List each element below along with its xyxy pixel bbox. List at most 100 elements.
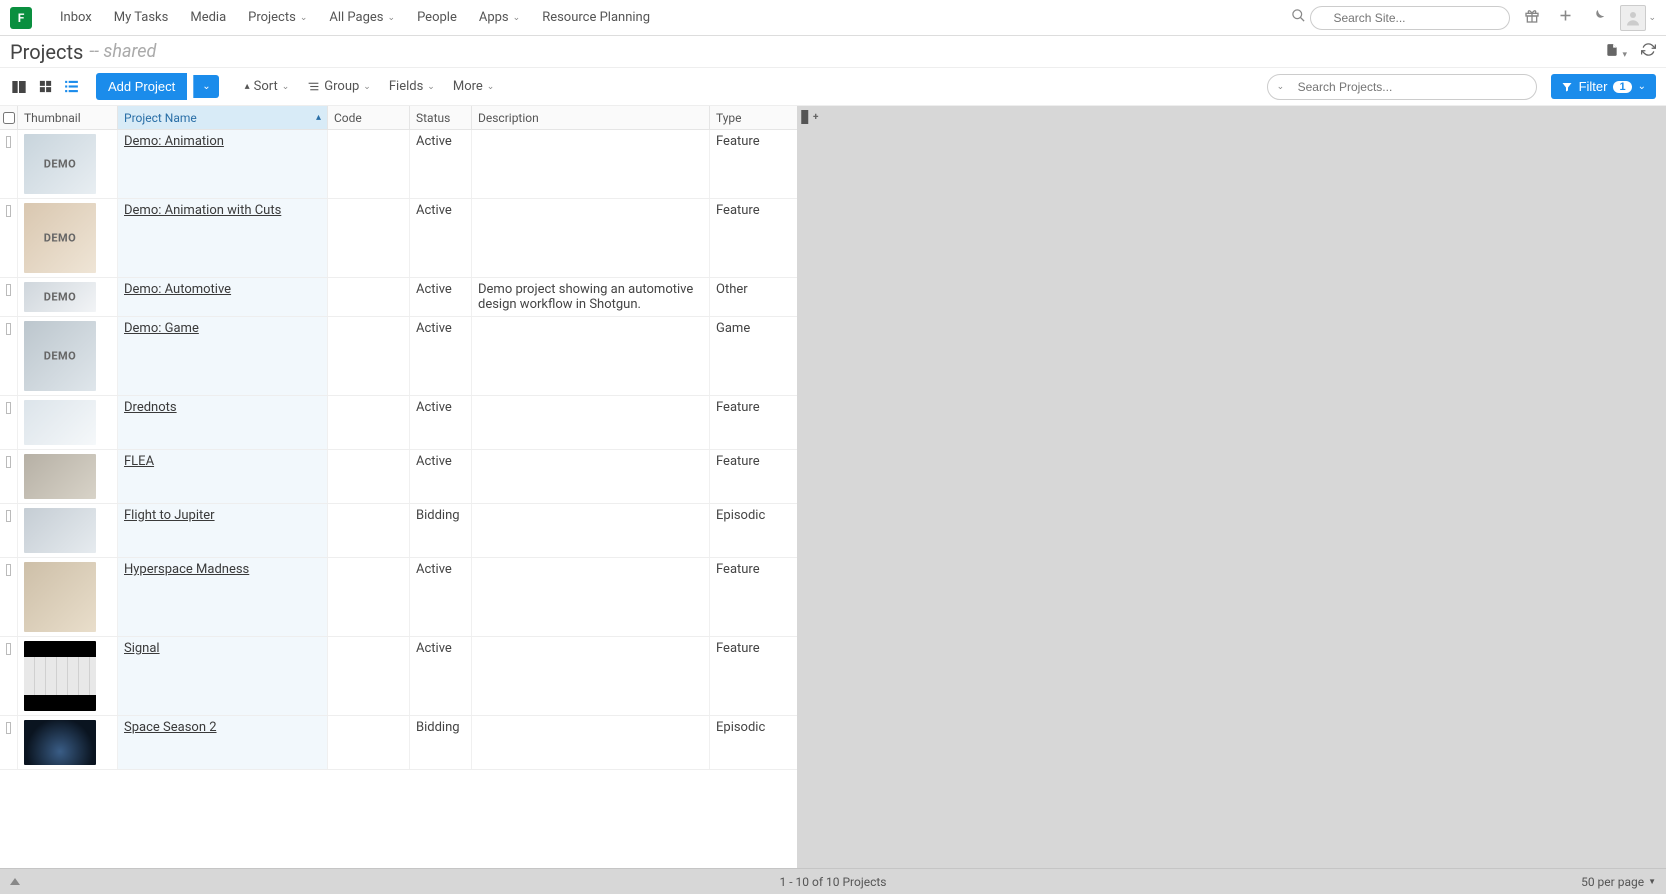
row-handle[interactable] <box>0 396 18 449</box>
row-handle[interactable] <box>0 317 18 395</box>
cell-thumbnail[interactable] <box>18 278 118 316</box>
cell-status[interactable]: Active <box>410 278 472 316</box>
nav-link-inbox[interactable]: Inbox <box>50 4 102 31</box>
project-link[interactable]: Demo: Automotive <box>124 282 231 297</box>
cell-code[interactable] <box>328 504 410 557</box>
cell-project-name[interactable]: Demo: Automotive <box>118 278 328 316</box>
cell-code[interactable] <box>328 716 410 769</box>
column-description[interactable]: Description <box>472 106 710 129</box>
cell-project-name[interactable]: Demo: Game <box>118 317 328 395</box>
cell-description[interactable]: Demo project showing an automotive desig… <box>472 278 710 316</box>
cell-type[interactable]: Feature <box>710 130 795 198</box>
fields-menu[interactable]: Fields⌄ <box>383 74 441 99</box>
cell-thumbnail[interactable] <box>18 130 118 198</box>
add-column-button[interactable]: + <box>801 110 818 124</box>
nav-link-resource-planning[interactable]: Resource Planning <box>532 4 660 31</box>
cell-status[interactable]: Bidding <box>410 716 472 769</box>
row-handle[interactable] <box>0 558 18 636</box>
project-link[interactable]: Demo: Animation with Cuts <box>124 203 281 218</box>
project-link[interactable]: Space Season 2 <box>124 720 217 735</box>
cell-status[interactable]: Active <box>410 130 472 198</box>
cell-thumbnail[interactable] <box>18 450 118 503</box>
cell-status[interactable]: Bidding <box>410 504 472 557</box>
view-mode-list[interactable] <box>62 78 80 96</box>
project-link[interactable]: Demo: Game <box>124 321 199 336</box>
table-row[interactable]: SignalActiveFeature <box>0 637 797 716</box>
cell-status[interactable]: Active <box>410 199 472 277</box>
row-handle[interactable] <box>0 637 18 715</box>
app-logo[interactable]: F <box>10 7 32 29</box>
nav-link-all-pages[interactable]: All Pages⌄ <box>319 4 405 31</box>
cell-project-name[interactable]: Flight to Jupiter <box>118 504 328 557</box>
cell-description[interactable] <box>472 558 710 636</box>
cell-project-name[interactable]: Hyperspace Madness <box>118 558 328 636</box>
cell-project-name[interactable]: Demo: Animation <box>118 130 328 198</box>
cell-type[interactable]: Feature <box>710 199 795 277</box>
gift-icon[interactable] <box>1520 6 1544 30</box>
table-row[interactable]: Flight to Jupiter Bidding Episodic <box>0 504 797 558</box>
cell-project-name[interactable]: Drednots <box>118 396 328 449</box>
cell-project-name[interactable]: FLEA <box>118 450 328 503</box>
view-mode-grid[interactable] <box>36 78 54 96</box>
column-code[interactable]: Code <box>328 106 410 129</box>
row-handle[interactable] <box>0 199 18 277</box>
project-link[interactable]: Flight to Jupiter <box>124 508 215 523</box>
page-settings-icon[interactable]: ▾ <box>1605 43 1627 61</box>
more-menu[interactable]: More⌄ <box>447 74 501 99</box>
cell-description[interactable] <box>472 637 710 715</box>
cell-status[interactable]: Active <box>410 637 472 715</box>
table-row[interactable]: Demo: Automotive ActiveDemo project showi… <box>0 278 797 317</box>
cell-project-name[interactable]: Signal <box>118 637 328 715</box>
cell-thumbnail[interactable] <box>18 317 118 395</box>
project-link[interactable]: Hyperspace Madness <box>124 562 249 577</box>
cell-status[interactable]: Active <box>410 450 472 503</box>
cell-thumbnail[interactable] <box>18 637 118 715</box>
nav-link-people[interactable]: People <box>407 4 467 31</box>
cell-description[interactable] <box>472 716 710 769</box>
cell-description[interactable] <box>472 396 710 449</box>
add-project-dropdown[interactable]: ⌄ <box>193 75 218 98</box>
column-project-name[interactable]: Project Name▴ <box>118 106 328 129</box>
cell-type[interactable]: Feature <box>710 558 795 636</box>
cell-type[interactable]: Episodic <box>710 504 795 557</box>
cell-description[interactable] <box>472 317 710 395</box>
user-menu[interactable]: ⌄ <box>1620 5 1656 31</box>
table-row[interactable]: Drednots Active Feature <box>0 396 797 450</box>
add-project-button[interactable]: Add Project <box>96 73 187 100</box>
select-all-checkbox[interactable] <box>0 106 18 129</box>
table-row[interactable]: Demo: Game Active Game <box>0 317 797 396</box>
cell-project-name[interactable]: Space Season 2 <box>118 716 328 769</box>
cell-status[interactable]: Active <box>410 396 472 449</box>
cell-type[interactable]: Game <box>710 317 795 395</box>
footer-expand-icon[interactable] <box>10 878 22 885</box>
column-type[interactable]: Type <box>710 106 795 129</box>
cell-thumbnail[interactable] <box>18 558 118 636</box>
project-link[interactable]: Signal <box>124 641 160 656</box>
cell-description[interactable] <box>472 130 710 198</box>
refresh-icon[interactable] <box>1641 42 1656 61</box>
project-link[interactable]: Drednots <box>124 400 177 415</box>
sort-menu[interactable]: ▴Sort⌄ <box>239 74 296 99</box>
project-link[interactable]: Demo: Animation <box>124 134 224 149</box>
table-row[interactable]: FLEAActiveFeature <box>0 450 797 504</box>
group-menu[interactable]: Group⌄ <box>301 74 377 99</box>
cell-description[interactable] <box>472 504 710 557</box>
cell-code[interactable] <box>328 558 410 636</box>
row-handle[interactable] <box>0 278 18 316</box>
table-row[interactable]: Hyperspace Madness Active Feature <box>0 558 797 637</box>
row-handle[interactable] <box>0 130 18 198</box>
cell-status[interactable]: Active <box>410 558 472 636</box>
cell-thumbnail[interactable] <box>18 199 118 277</box>
row-handle[interactable] <box>0 450 18 503</box>
per-page-menu[interactable]: 50 per page▼ <box>1581 875 1656 889</box>
nav-link-projects[interactable]: Projects⌄ <box>238 4 317 31</box>
cell-project-name[interactable]: Demo: Animation with Cuts <box>118 199 328 277</box>
cell-code[interactable] <box>328 317 410 395</box>
cell-type[interactable]: Feature <box>710 396 795 449</box>
plus-icon[interactable] <box>1554 6 1577 29</box>
cell-thumbnail[interactable] <box>18 716 118 769</box>
cell-description[interactable] <box>472 199 710 277</box>
table-row[interactable]: Demo: Animation with Cuts Active Feature <box>0 199 797 278</box>
cell-status[interactable]: Active <box>410 317 472 395</box>
nav-link-my-tasks[interactable]: My Tasks <box>104 4 179 31</box>
